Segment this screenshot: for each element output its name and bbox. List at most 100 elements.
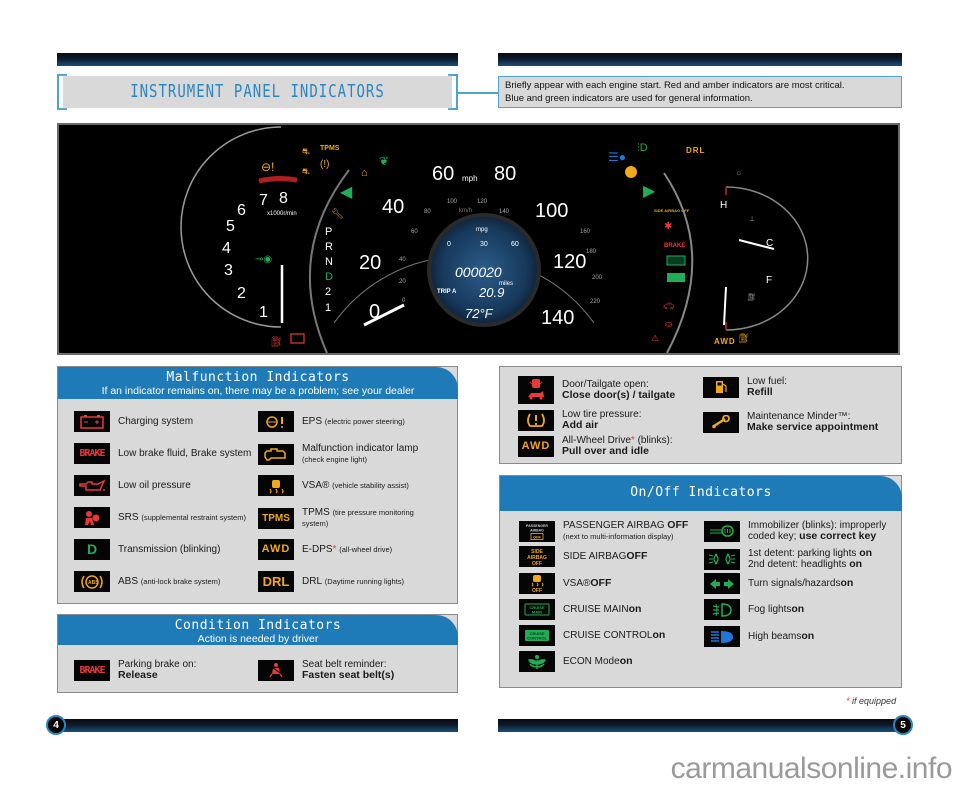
fuel-gauge-icon: ⛽︎ <box>747 293 756 301</box>
header-bar-left <box>57 53 458 66</box>
high-beams-icon <box>704 626 740 647</box>
alert-indicators-panel: Door/Tailgate open: Close door(s) / tail… <box>499 366 902 464</box>
onoff-row-high-beams: High beams on <box>704 626 814 647</box>
mph-tick-0: 0 <box>369 301 380 323</box>
battery-icon <box>290 333 305 344</box>
onoff-label: PASSENGER AIRBAG <box>563 520 668 531</box>
parking-lights-icon: ☼ <box>735 168 742 177</box>
indicator-row-tpms: TPMS TPMS (tire pressure monitoring syst… <box>258 507 432 529</box>
alert-line2: Pull over and idle <box>562 445 649 457</box>
tach-tick-8: 8 <box>279 190 288 207</box>
indicator-label: Charging system <box>118 416 194 427</box>
if-equipped-note: * if equipped <box>846 696 896 706</box>
mph-tick-140: 140 <box>541 307 574 329</box>
onoff-state: on <box>628 603 642 615</box>
alert-line2: Add air <box>562 419 599 431</box>
mpg-tick-0: 0 <box>447 241 451 248</box>
indicator-row-charging: Charging system <box>74 411 193 432</box>
onoff-title: On/Off Indicators <box>630 485 772 500</box>
brake-indicator: BRAKE <box>664 243 685 249</box>
tpms-label: TPMS <box>320 145 340 152</box>
kmh-tick-80: 80 <box>424 209 431 215</box>
tach-tick-3: 3 <box>224 262 233 279</box>
malfunction-indicators-panel: Malfunction Indicators If an indicator r… <box>57 366 458 604</box>
condition-title: Condition Indicators <box>174 618 342 633</box>
malfunction-header: Malfunction Indicators If an indicator r… <box>58 367 458 399</box>
seatbelt-icon: ⚠ <box>651 333 659 343</box>
tire-pressure-icon <box>518 409 554 431</box>
airbag-person-icon <box>74 507 110 528</box>
malfunction-subtitle: If an indicator remains on, there may be… <box>101 385 415 397</box>
indicator-row-brake: BRAKE Low brake fluid, Brake system <box>74 443 251 464</box>
indicator-note: (all-wheel drive) <box>339 545 393 554</box>
wrench-icon: 🔧︎ <box>331 208 344 220</box>
turn-signals-icon <box>704 573 740 594</box>
kmh-tick-120: 120 <box>477 199 488 205</box>
indicator-row-awd: AWD E-DPS * (all-wheel drive) <box>258 539 392 560</box>
indicator-row-eps: EPS (electric power steering) <box>258 411 405 432</box>
indicator-label: DRL <box>302 576 323 587</box>
tach-tick-2: 2 <box>237 285 246 302</box>
mph-tick-20: 20 <box>359 252 381 274</box>
indicator-row-abs: ABS ABS (anti-lock brake system) <box>74 571 220 592</box>
indicator-label: ABS <box>118 576 139 587</box>
indicator-label: VSA® <box>302 480 330 491</box>
asterisk: * <box>332 544 337 555</box>
alert-row-awd: AWD All-Wheel Drive* (blinks): Pull over… <box>518 435 673 457</box>
onoff-state: on <box>652 629 666 641</box>
indicator-label: E-DPS <box>302 544 333 555</box>
mph-tick-60: 60 <box>432 163 454 185</box>
onoff-row-turn-signals: Turn signals/hazards on <box>704 573 853 594</box>
connector-line <box>458 92 498 94</box>
onoff-note: (next to multi-information display) <box>563 532 674 541</box>
indicator-note: (supplemental restraint system) <box>141 513 246 522</box>
temp-fuel-gauge: H C F ⊥ ⛽︎ <box>720 186 809 331</box>
gear-2: 2 <box>325 286 331 298</box>
mpg-tick-60: 60 <box>511 241 519 248</box>
eps-icon: ⊖! <box>261 160 274 174</box>
tach-tick-5: 5 <box>226 218 235 235</box>
gear-n: N <box>325 256 333 268</box>
econ-leaf-icon: ❦ <box>379 154 389 168</box>
asterisk: * <box>846 696 850 706</box>
indicator-note: (Daytime running lights) <box>324 577 404 586</box>
footer-bar-left <box>57 719 458 732</box>
onoff-indicators-panel: On/Off Indicators PASSENGER AIRBAG OFF PAS… <box>499 475 902 688</box>
onoff-row-parking-lights: 1st detent: parking lights on 2nd detent… <box>704 548 872 570</box>
vsa-off-icon: ⛐ <box>302 146 310 156</box>
passenger-airbag-off-icon: PASSENGER AIRBAG OFF <box>519 520 555 542</box>
watermark: carmanualsonline.info <box>670 752 953 785</box>
indicator-label: SRS <box>118 512 139 523</box>
onoff-state: OFF <box>590 577 612 589</box>
cruise-control-indicator <box>667 273 685 282</box>
tpms-text-icon: TPMS <box>258 507 294 529</box>
onoff-row-cruise-main: CRUISE MAIN CRUISE MAIN on <box>519 599 641 620</box>
kmh-tick-220: 220 <box>590 299 601 305</box>
vsa-off-icon: OFF <box>519 573 555 594</box>
side-airbag-off-icon: SIDE AIRBAG OFF <box>519 546 555 567</box>
gear-p: P <box>325 226 332 238</box>
outside-temperature: 72°F <box>465 306 494 321</box>
indicator-label: Low oil pressure <box>118 480 191 491</box>
onoff-label: CRUISE MAIN <box>563 604 629 615</box>
instrument-cluster-graphic: 1 2 3 4 5 6 7 8 x1000r/min ⊸◉ P R N D 2 … <box>180 126 809 353</box>
svg-text:OFF: OFF <box>532 588 542 593</box>
fuel-full-label: F <box>766 275 772 286</box>
srs-icon: ✱ <box>664 221 672 232</box>
tach-tick-7: 7 <box>259 192 268 209</box>
kmh-tick-20: 20 <box>399 279 406 285</box>
onoff-row-side-airbag: SIDE AIRBAG OFF SIDE AIRBAG OFF <box>519 546 647 567</box>
page-title: INSTRUMENT PANEL INDICATORS <box>63 75 452 109</box>
trip-value: 20.9 <box>478 285 504 300</box>
onoff-label: SIDE AIRBAG <box>563 551 627 562</box>
onoff-label: Fog lights <box>748 604 792 615</box>
seatbelt-icon <box>258 659 294 681</box>
alert-line2: Refill <box>747 386 773 398</box>
if-equipped-text: if equipped <box>852 696 897 706</box>
indicator-row-srs: SRS (supplemental restraint system) <box>74 507 246 528</box>
svg-text:OFF: OFF <box>533 534 542 539</box>
turn-right-icon: ▶ <box>643 183 656 200</box>
vsa-skid-icon <box>258 475 294 496</box>
indicator-note: (vehicle stability assist) <box>332 481 409 490</box>
coolant-icon: ⊥ <box>749 216 755 223</box>
